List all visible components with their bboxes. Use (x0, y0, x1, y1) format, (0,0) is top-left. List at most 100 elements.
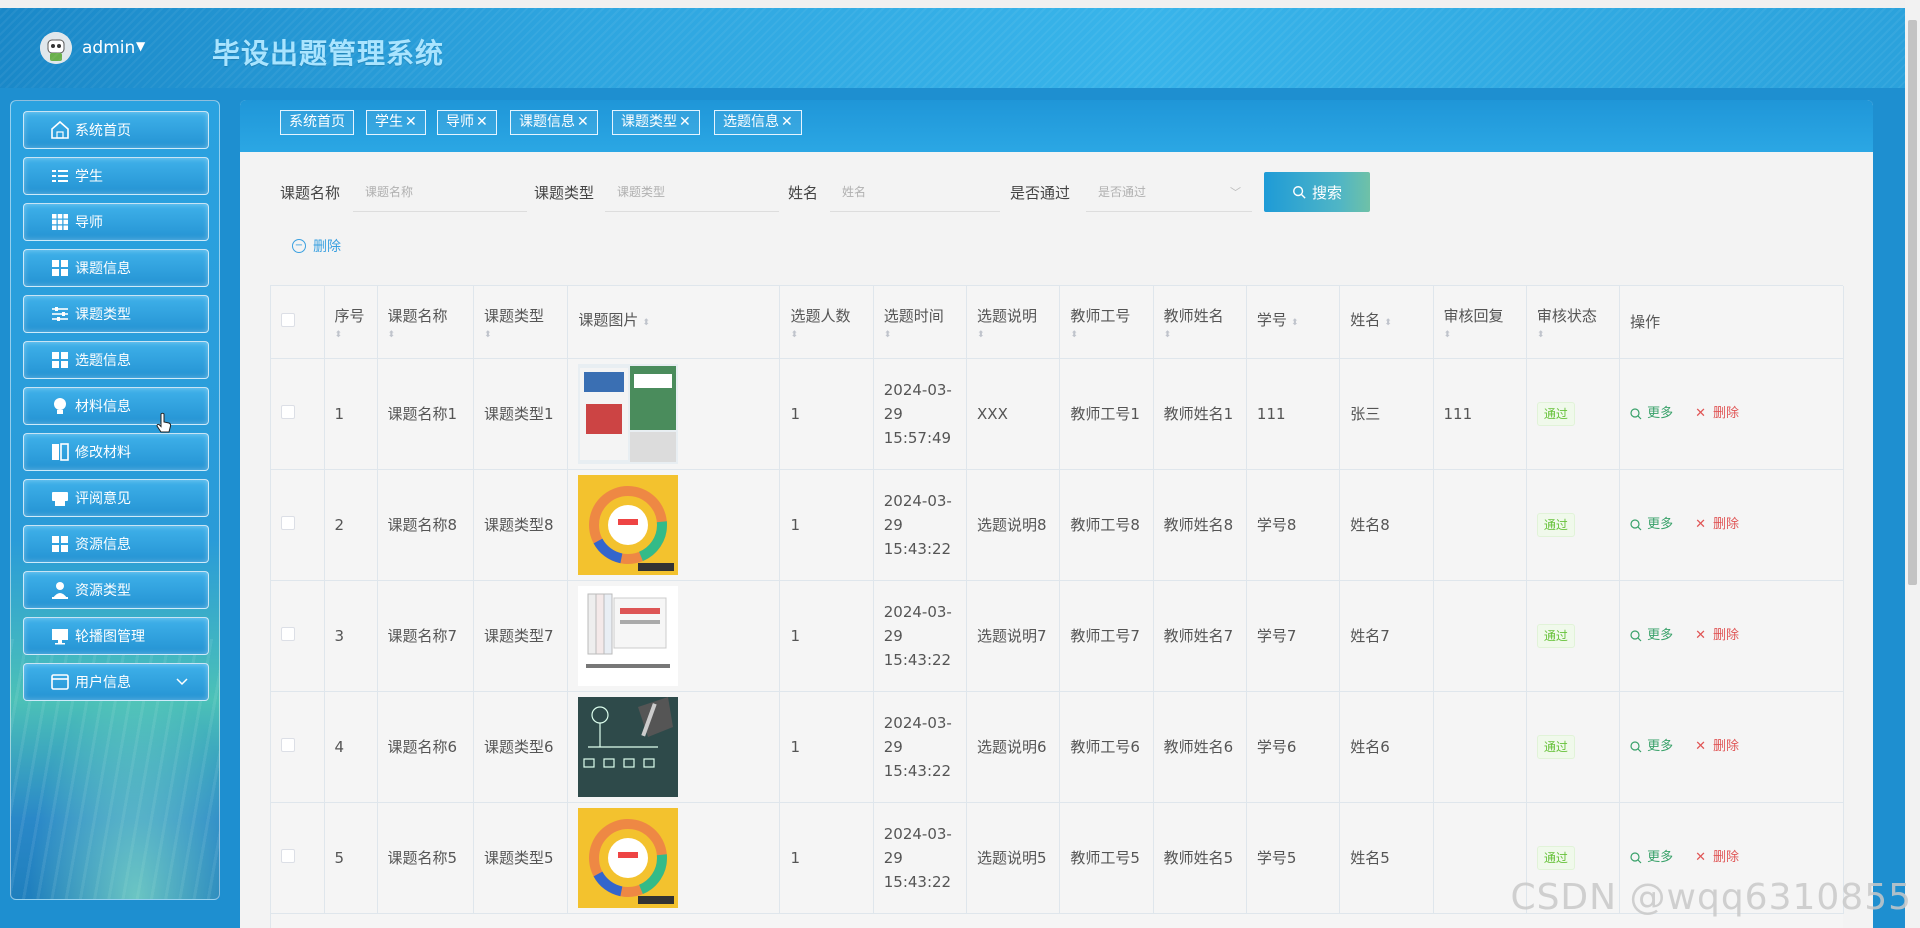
sidebar-item-6[interactable]: 材料信息 (23, 387, 209, 425)
column-header-label: 课题名称 (387, 306, 448, 325)
search-button[interactable]: 搜索 (1264, 172, 1370, 212)
sidebar-item-1[interactable]: 学生 (23, 157, 209, 195)
column-header[interactable]: 审核回复 ⬍ (1433, 286, 1527, 359)
cell-image (567, 802, 781, 914)
sort-icon[interactable]: ⬍ (1164, 330, 1236, 340)
sort-icon[interactable]: ⬍ (642, 318, 650, 328)
column-header[interactable]: 选题说明 ⬍ (966, 286, 1061, 359)
tab-5[interactable]: 选题信息 ✕ (714, 110, 802, 135)
chevron-down-icon[interactable]: ﹀ (1230, 184, 1241, 200)
sort-icon[interactable]: ⬍ (790, 330, 862, 340)
tab-4[interactable]: 课题类型 ✕ (612, 110, 700, 135)
sort-icon[interactable]: ⬍ (884, 330, 956, 340)
column-header[interactable]: 序号 ⬍ (324, 286, 378, 359)
sidebar-item-2[interactable]: 导师 (23, 203, 209, 241)
sidebar-item-7[interactable]: 修改材料 (23, 433, 209, 471)
search-input-name[interactable] (830, 172, 1000, 212)
table-row[interactable]: 1 课题名称1 课题类型1 1 2024-03-29 15:57:49 XXX 教师工号1 教… (271, 358, 1844, 470)
sort-icon[interactable]: ⬍ (1537, 330, 1609, 340)
row-checkbox[interactable] (281, 626, 295, 641)
sidebar-item-3[interactable]: 课题信息 (23, 249, 209, 287)
sidebar-item-label: 导师 (75, 215, 103, 231)
column-header[interactable]: 学号 ⬍ (1246, 286, 1341, 359)
column-header[interactable]: 选题时间 ⬍ (873, 286, 968, 359)
cell-teacher_no: 教师工号8 (1059, 469, 1154, 581)
sort-icon[interactable]: ⬍ (484, 330, 557, 340)
scrollbar-thumb[interactable] (1908, 20, 1917, 585)
more-button[interactable]: 更多 (1630, 402, 1673, 426)
row-checkbox[interactable] (281, 515, 295, 530)
sort-icon[interactable]: ⬍ (1384, 318, 1392, 328)
search-select-approved[interactable] (1086, 172, 1252, 212)
sort-icon[interactable]: ⬍ (1444, 330, 1516, 340)
tab-0[interactable]: 系统首页 (280, 110, 354, 135)
row-delete-button[interactable]: ✕ 删除 (1695, 513, 1739, 537)
batch-delete-button[interactable]: − 删除 (292, 230, 341, 262)
select-all-checkbox[interactable] (281, 312, 295, 327)
close-icon[interactable]: ✕ (405, 114, 417, 130)
tab-3[interactable]: 课题信息 ✕ (510, 110, 598, 135)
row-checkbox[interactable] (281, 737, 295, 752)
column-header[interactable]: 课题图片 ⬍ (567, 286, 781, 359)
column-header[interactable]: 选题人数 ⬍ (779, 286, 874, 359)
row-checkbox[interactable] (281, 848, 295, 863)
close-icon[interactable]: ✕ (476, 114, 488, 130)
sidebar-item-0[interactable]: 系统首页 (23, 111, 209, 149)
row-checkbox[interactable] (281, 404, 295, 419)
sort-icon[interactable]: ⬍ (977, 330, 1049, 340)
row-delete-button[interactable]: ✕ 删除 (1695, 402, 1739, 426)
table-row[interactable]: 4 课题名称6 课题类型6 1 2024-03-29 15:43:22 选题说明6 教师工号… (271, 691, 1844, 803)
topic-image[interactable] (578, 807, 769, 908)
topic-image[interactable] (578, 585, 769, 686)
sort-icon[interactable]: ⬍ (388, 330, 463, 340)
more-button[interactable]: 更多 (1630, 513, 1673, 537)
column-header[interactable]: 教师姓名 ⬍ (1153, 286, 1247, 359)
tab-2[interactable]: 导师 ✕ (437, 110, 497, 135)
cell-index: 3 (324, 580, 378, 692)
sort-icon[interactable]: ⬍ (335, 330, 367, 340)
topic-image[interactable] (578, 696, 769, 797)
cell-image (567, 358, 781, 470)
sidebar-item-4[interactable]: 课题类型 (23, 295, 209, 333)
tab-label: 课题信息 (519, 114, 575, 130)
column-header[interactable]: 审核状态 ⬍ (1526, 286, 1621, 359)
more-button[interactable]: 更多 (1630, 624, 1673, 648)
close-icon[interactable]: ✕ (679, 114, 691, 130)
table-row[interactable]: 2 课题名称8 课题类型8 1 2024-03-29 15:43:22 选题说明8 教师工号… (271, 469, 1844, 581)
table-row[interactable]: 3 课题名称7 课题类型7 1 2024-03-29 15:43:22 选题说明7 教师工号… (271, 580, 1844, 692)
cell-status: 通过 (1526, 691, 1621, 803)
sidebar-item-12[interactable]: 用户信息 (23, 663, 209, 701)
column-header[interactable]: 教师工号 ⬍ (1059, 286, 1154, 359)
chevron-down-icon[interactable] (176, 674, 188, 690)
hand-cursor-icon (156, 412, 172, 433)
cell-status: 通过 (1526, 469, 1621, 581)
user-dropdown-caret-icon[interactable]: ▼ (136, 39, 145, 53)
close-icon[interactable]: ✕ (781, 114, 793, 130)
search-input-topic-type[interactable] (605, 172, 779, 212)
more-button[interactable]: 更多 (1630, 735, 1673, 759)
sidebar-item-8[interactable]: 评阅意见 (23, 479, 209, 517)
user-avatar[interactable] (40, 32, 72, 64)
topic-image[interactable] (578, 363, 769, 464)
sidebar-item-10[interactable]: 资源类型 (23, 571, 209, 609)
sort-icon[interactable]: ⬍ (1070, 330, 1142, 340)
tab-label: 课题类型 (621, 114, 677, 130)
sidebar-item-11[interactable]: 轮播图管理 (23, 617, 209, 655)
row-delete-button[interactable]: ✕ 删除 (1695, 735, 1739, 759)
column-header[interactable]: 姓名 ⬍ (1339, 286, 1434, 359)
close-icon: ✕ (1695, 738, 1707, 754)
column-header[interactable]: 课题名称 ⬍ (377, 286, 475, 359)
sort-icon[interactable]: ⬍ (1291, 318, 1299, 328)
sidebar-item-5[interactable]: 选题信息 (23, 341, 209, 379)
page-scrollbar[interactable] (1905, 0, 1920, 928)
sidebar-item-9[interactable]: 资源信息 (23, 525, 209, 563)
column-header[interactable]: 课题类型 ⬍ (473, 286, 569, 359)
close-icon[interactable]: ✕ (577, 114, 589, 130)
user-name[interactable]: admin (82, 38, 135, 58)
search-input-topic-name[interactable] (353, 172, 527, 212)
row-delete-button[interactable]: ✕ 删除 (1695, 624, 1739, 648)
topic-image[interactable] (578, 474, 769, 575)
row-delete-button[interactable]: ✕ 删除 (1695, 846, 1739, 870)
more-button[interactable]: 更多 (1630, 846, 1673, 870)
tab-1[interactable]: 学生 ✕ (366, 110, 426, 135)
